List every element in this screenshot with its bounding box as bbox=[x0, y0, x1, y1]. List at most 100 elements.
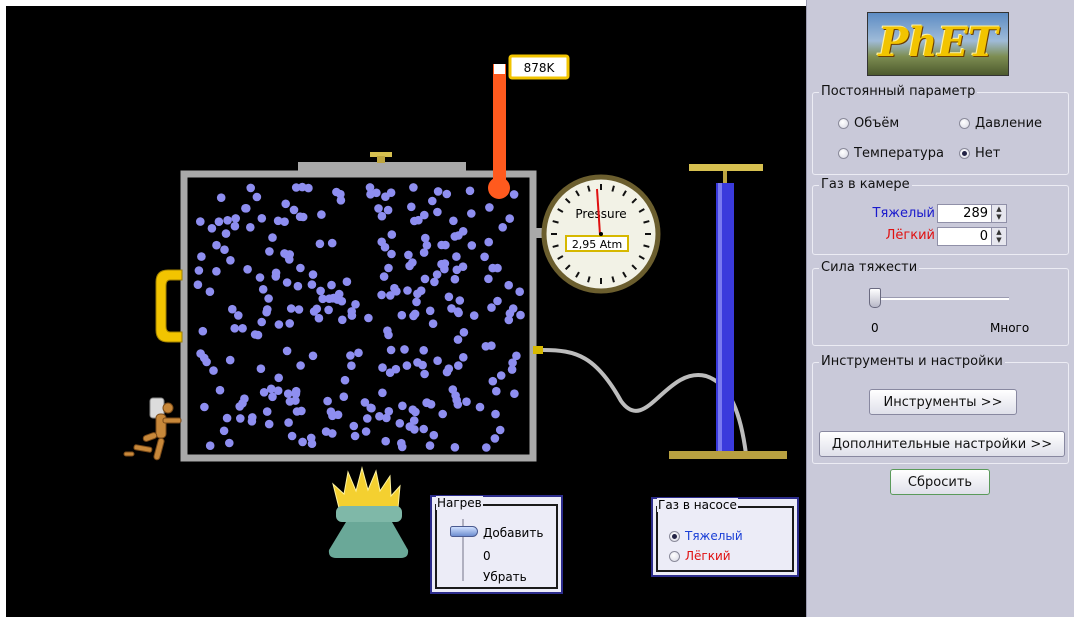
pressure-gauge: Pressure 2,95 Atm bbox=[541, 174, 661, 294]
gas-particle bbox=[433, 207, 442, 217]
gas-particle bbox=[280, 249, 289, 258]
gas-particle bbox=[257, 214, 267, 223]
pressure-readout: 2,95 Atm bbox=[572, 238, 622, 251]
gas-particle bbox=[280, 217, 289, 226]
spinner-arrows[interactable]: ▲ ▼ bbox=[991, 228, 1006, 245]
gas-particle bbox=[342, 277, 352, 287]
constant-volume-label: Объём bbox=[854, 116, 900, 131]
gas-particle bbox=[419, 424, 429, 434]
tools-button[interactable]: Инструменты >> bbox=[869, 389, 1017, 415]
gas-particle bbox=[496, 371, 506, 380]
gas-particle bbox=[262, 407, 272, 416]
gas-particle bbox=[238, 324, 247, 333]
pump-gas-heavy-label: Тяжелый bbox=[685, 529, 743, 543]
constant-temperature-radio[interactable]: Температура bbox=[838, 146, 944, 161]
gas-particle bbox=[386, 291, 395, 300]
gas-particle bbox=[258, 285, 268, 294]
gas-particle bbox=[349, 421, 359, 431]
gas-particle bbox=[413, 289, 422, 299]
gas-particle bbox=[386, 345, 396, 355]
chamber-gas-title: Газ в камере bbox=[819, 177, 912, 192]
gas-particle bbox=[488, 263, 498, 273]
gas-particle bbox=[265, 247, 274, 256]
gas-particle bbox=[328, 411, 337, 421]
gauge-label: Pressure bbox=[575, 207, 626, 221]
gas-particle bbox=[485, 203, 494, 212]
gas-particle bbox=[516, 310, 525, 320]
gas-particle bbox=[338, 315, 347, 325]
radio-indicator bbox=[838, 118, 849, 129]
gas-particle bbox=[412, 297, 421, 307]
gas-particle bbox=[509, 190, 519, 199]
gas-particle bbox=[334, 289, 344, 299]
gas-particle bbox=[336, 189, 345, 199]
bicycle-pump[interactable] bbox=[669, 164, 787, 459]
reset-button[interactable]: Сбросить bbox=[890, 469, 990, 495]
gas-particle bbox=[429, 430, 439, 440]
gas-particle bbox=[307, 280, 317, 289]
gas-particle bbox=[298, 437, 307, 447]
gas-particle bbox=[459, 353, 468, 362]
gas-particle bbox=[228, 304, 237, 314]
gas-particle bbox=[409, 416, 419, 425]
gas-particle bbox=[475, 402, 485, 412]
gas-particle bbox=[317, 210, 326, 219]
gas-particle bbox=[256, 364, 266, 374]
spinner-arrows[interactable]: ▲ ▼ bbox=[991, 205, 1006, 222]
gas-particle bbox=[492, 386, 501, 396]
chamber-heavy-spinner[interactable]: 289 ▲ ▼ bbox=[937, 204, 1007, 223]
gas-particle bbox=[397, 438, 406, 448]
gas-particle bbox=[223, 216, 232, 225]
gas-particle bbox=[428, 196, 437, 206]
gas-particle bbox=[312, 304, 322, 314]
gas-particle bbox=[298, 182, 307, 192]
chamber-light-spinner[interactable]: 0 ▲ ▼ bbox=[937, 227, 1007, 246]
gas-particle bbox=[459, 328, 469, 337]
gravity-slider-thumb[interactable] bbox=[869, 288, 881, 308]
gas-particle bbox=[231, 214, 240, 223]
gas-particle bbox=[257, 317, 266, 327]
gas-particle bbox=[438, 409, 448, 419]
gas-particle bbox=[398, 401, 407, 411]
gas-particle bbox=[198, 326, 208, 336]
gas-particle bbox=[402, 361, 412, 370]
heat-panel-title: Нагрев bbox=[436, 496, 483, 510]
gas-particle bbox=[205, 287, 215, 297]
gas-particle bbox=[382, 413, 391, 423]
gas-particle bbox=[212, 240, 221, 250]
constant-none-radio[interactable]: Нет bbox=[959, 146, 1000, 161]
heat-slider-thumb[interactable] bbox=[450, 526, 478, 537]
gravity-slider-track[interactable] bbox=[873, 297, 1009, 300]
constant-pressure-radio[interactable]: Давление bbox=[959, 116, 1042, 131]
pumping-man-figure bbox=[123, 397, 182, 461]
chamber-heavy-label: Тяжелый bbox=[872, 206, 936, 221]
gas-particle bbox=[386, 188, 396, 197]
gas-particle bbox=[409, 311, 418, 321]
gas-particle bbox=[383, 205, 393, 215]
temperature-readout: 878K bbox=[524, 61, 556, 75]
advanced-settings-button[interactable]: Дополнительные настройки >> bbox=[819, 431, 1065, 457]
gas-particle bbox=[504, 280, 513, 290]
gas-particle bbox=[448, 385, 458, 394]
pump-gas-heavy-radio[interactable]: Тяжелый bbox=[669, 529, 743, 543]
chamber-gas-panel: Газ в камере Тяжелый 289 ▲ ▼ Лёгкий 0 ▲ ▼ bbox=[812, 177, 1069, 255]
gas-particle bbox=[308, 270, 318, 279]
control-sidebar: PhET Постоянный параметр Объём Давление … bbox=[806, 0, 1074, 617]
gas-particle bbox=[433, 356, 442, 366]
gas-particle bbox=[498, 223, 508, 232]
gas-particle bbox=[495, 425, 505, 435]
gas-particle bbox=[384, 330, 393, 340]
gas-particle bbox=[442, 189, 452, 199]
gas-particle bbox=[400, 345, 409, 354]
gas-particle bbox=[515, 287, 524, 297]
gas-particle bbox=[297, 406, 306, 416]
gas-particle bbox=[252, 192, 262, 202]
gas-particle bbox=[404, 250, 413, 260]
gas-particle bbox=[372, 188, 381, 198]
heat-add-label: Добавить bbox=[483, 526, 544, 540]
pump-gas-light-radio[interactable]: Лёгкий bbox=[669, 549, 731, 563]
gas-particle bbox=[347, 361, 356, 371]
constant-volume-radio[interactable]: Объём bbox=[838, 116, 899, 131]
chamber-handle[interactable] bbox=[155, 269, 183, 343]
gas-particle bbox=[205, 441, 215, 451]
